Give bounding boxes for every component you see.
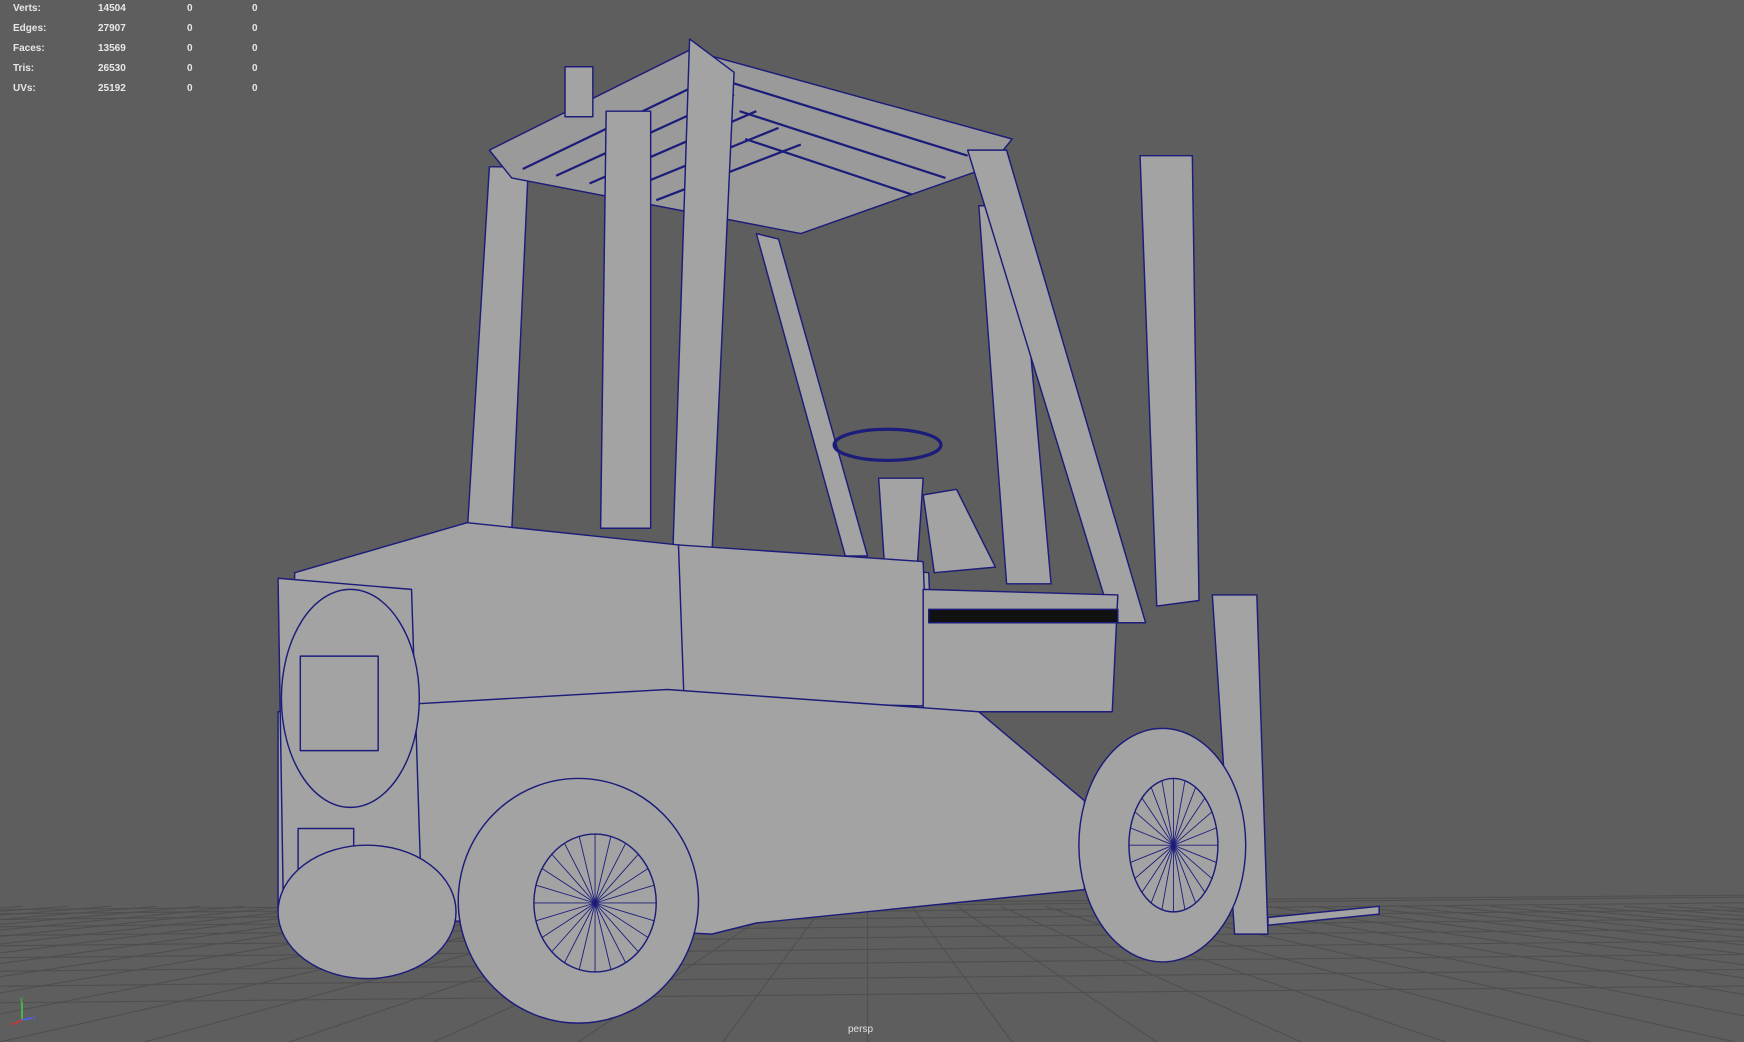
maya-viewport[interactable]: Verts: 14504 0 0 Edges: 27907 0 0 Faces: 13569 0…	[0, 0, 1744, 1042]
forklift-model[interactable]	[277, 38, 1380, 1024]
grid-line	[0, 985, 1744, 1004]
hud-row-edges: Edges: 27907 0 0	[13, 23, 258, 34]
hud-row-verts: Verts: 14504 0 0	[13, 3, 258, 14]
hud-row-uvs: UVs: 25192 0 0	[13, 83, 258, 94]
hud-row-tris: Tris: 26530 0 0	[13, 63, 258, 74]
grid-line	[0, 905, 23, 909]
grid-line	[0, 968, 1744, 987]
wheel-rear-left	[277, 844, 457, 980]
grid-line	[0, 909, 1744, 928]
axis-z-label: z	[33, 1016, 36, 1022]
hud-row-faces: Faces: 13569 0 0	[13, 43, 258, 54]
axis-y-label: y	[20, 997, 23, 1003]
view-axis-gizmo: y x z	[10, 997, 36, 1026]
floor-grid	[0, 894, 1744, 1042]
axis-x-label: x	[10, 1022, 13, 1026]
camera-name-label: persp	[848, 1024, 874, 1035]
grid-line	[1712, 905, 1744, 910]
scene-forklift-wireframe[interactable]	[0, 0, 1744, 1042]
wheel-rear-right	[457, 777, 700, 1024]
